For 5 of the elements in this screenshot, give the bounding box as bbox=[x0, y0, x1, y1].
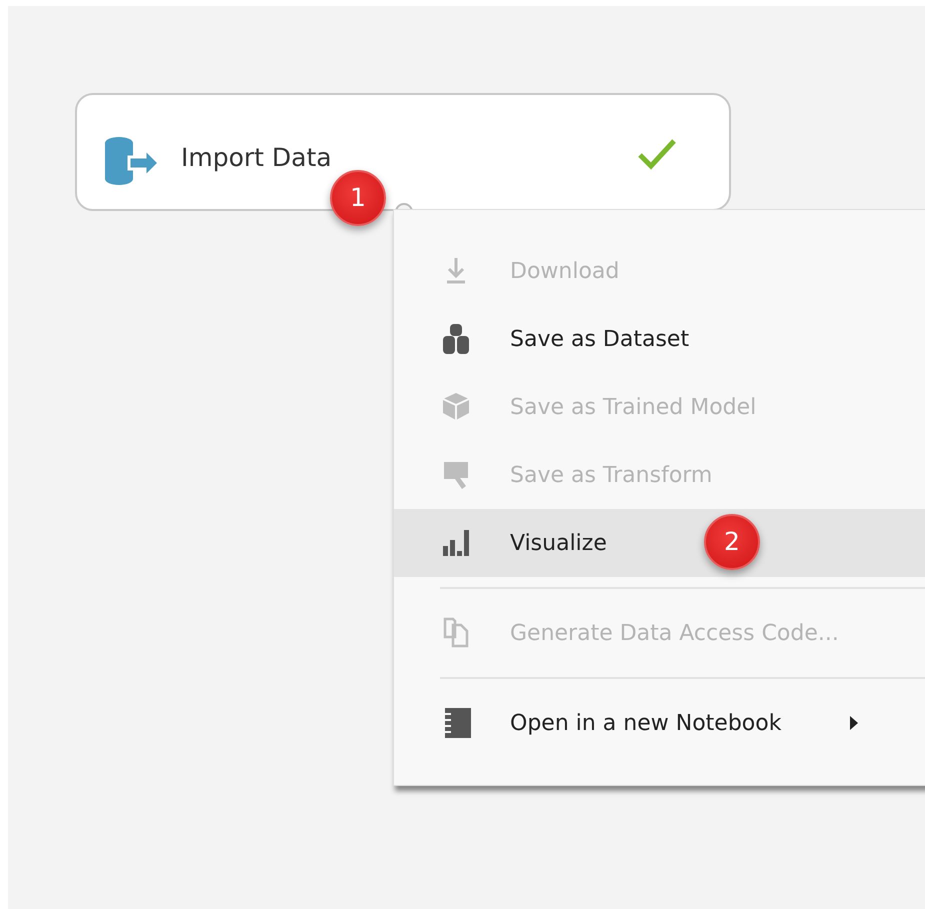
menu-item[interactable]: Open in a new Notebook bbox=[394, 689, 925, 757]
module-title: Import Data bbox=[181, 142, 332, 174]
database-stack-icon bbox=[440, 322, 472, 356]
menu-item[interactable]: Save as Dataset bbox=[394, 305, 925, 373]
submenu-arrow-icon bbox=[849, 715, 860, 731]
